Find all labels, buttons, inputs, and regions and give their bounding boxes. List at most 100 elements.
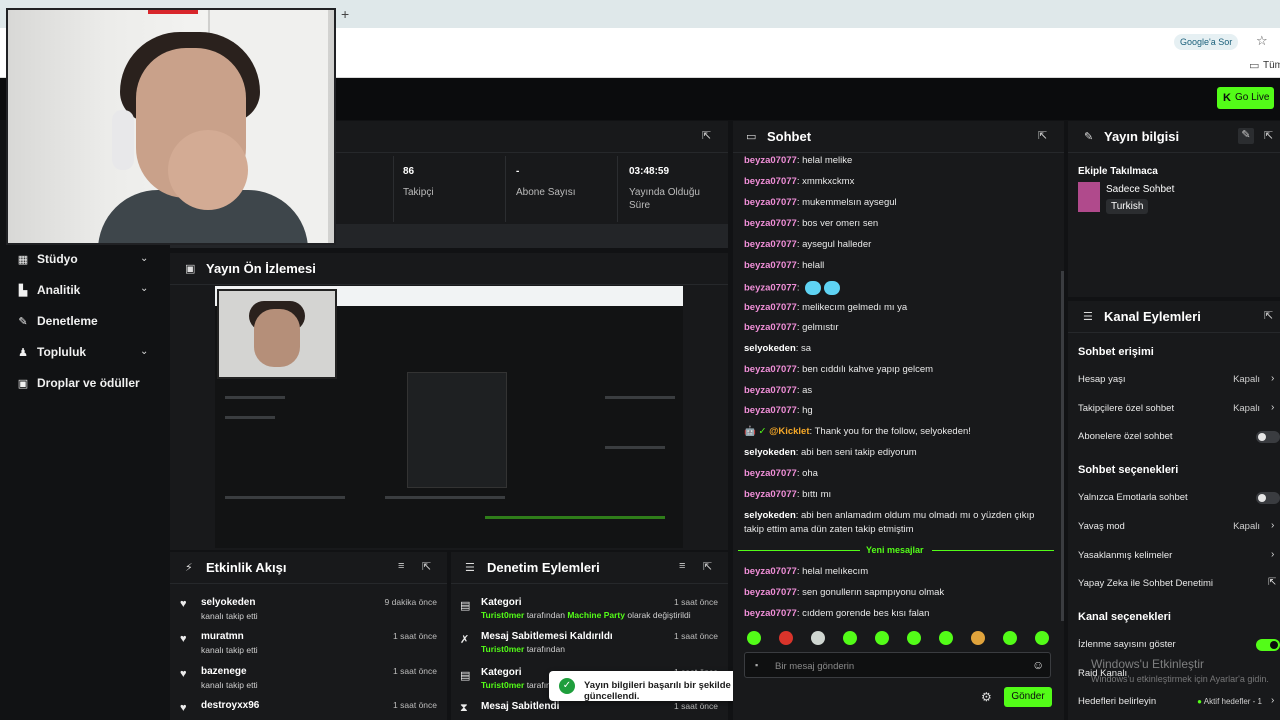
chevron-right-icon[interactable]: › <box>1271 549 1274 560</box>
preview-face <box>254 309 300 367</box>
kick-logo-icon: K <box>1223 92 1231 104</box>
wrench-icon: ✎ <box>1084 131 1094 143</box>
followers-only-label[interactable]: Takipçilere özel sohbet <box>1078 403 1174 414</box>
category-name[interactable]: Sadece Sohbet <box>1106 184 1174 195</box>
external-link-icon[interactable]: ⇱ <box>1268 577 1276 588</box>
chevron-right-icon[interactable]: › <box>1271 520 1274 531</box>
popout-icon[interactable]: ⇱ <box>703 560 712 573</box>
chat-username[interactable]: beyza07077 <box>744 608 797 619</box>
slow-mode-value[interactable]: Kapalı <box>1200 521 1260 532</box>
popout-icon[interactable]: ⇱ <box>422 560 431 573</box>
emote-icon[interactable] <box>811 631 825 645</box>
emoji-icon[interactable]: ☺ <box>1032 658 1044 672</box>
popout-icon[interactable]: ⇱ <box>1038 129 1047 142</box>
chat-text: : abi ben anlamadım oldum mu olmadı mı o… <box>795 510 1035 521</box>
edit-icon[interactable]: ✎ <box>1238 128 1254 144</box>
chat-text: : <box>796 282 803 294</box>
chat-username[interactable]: beyza07077 <box>744 364 797 375</box>
banned-words-label[interactable]: Yasaklanmış kelimeler <box>1078 550 1172 561</box>
chevron-down-icon[interactable]: ⌄ <box>140 253 148 264</box>
chat-username[interactable]: beyza07077 <box>744 322 797 333</box>
emote-icon[interactable] <box>779 631 793 645</box>
chat-username[interactable]: beyza07077 <box>744 566 797 577</box>
chat-title: Sohbet <box>767 129 812 144</box>
chat-scrollbar[interactable] <box>1061 271 1064 621</box>
nav-item-analytics[interactable]: ▙ Analitik <box>16 281 81 299</box>
popout-icon[interactable]: ⇱ <box>1264 129 1273 142</box>
chat-username[interactable]: beyza07077 <box>744 155 797 166</box>
new-tab-button[interactable]: + <box>341 6 349 22</box>
view-count-toggle[interactable] <box>1256 639 1280 651</box>
account-age-value[interactable]: Kapalı <box>1200 374 1260 385</box>
chat-message: beyza07077: mukemmelsın aysegul <box>744 197 897 208</box>
chevron-down-icon[interactable]: ⌄ <box>140 346 148 357</box>
chevron-right-icon[interactable]: › <box>1271 695 1274 706</box>
chat-text: : bos ver omerı sen <box>796 218 879 229</box>
activity-user[interactable]: muratmn <box>201 631 244 642</box>
nav-item-drops[interactable]: ▣ Droplar ve ödüller <box>16 374 140 392</box>
emote-icon[interactable] <box>939 631 953 645</box>
chat-username[interactable]: beyza07077 <box>744 489 797 500</box>
nav-item-studio[interactable]: ▦ Stüdyo <box>16 250 78 268</box>
slow-mode-label[interactable]: Yavaş mod <box>1078 521 1125 532</box>
chat-username[interactable]: beyza07077 <box>744 468 797 479</box>
chat-message: beyza07077: <box>744 281 841 295</box>
chat-username[interactable]: beyza07077 <box>744 587 797 598</box>
chat-username[interactable]: @Kicklet <box>769 426 809 437</box>
nav-item-community[interactable]: ♟ Topluluk <box>16 343 86 361</box>
chat-input[interactable]: ▪ Bir mesaj gönderin ☺ <box>744 652 1051 678</box>
chat-username[interactable]: beyza07077 <box>744 176 797 187</box>
chat-username[interactable]: beyza07077 <box>744 405 797 416</box>
chevron-down-icon[interactable]: ⌄ <box>140 283 148 294</box>
subs-only-toggle[interactable] <box>1256 431 1280 443</box>
emote-icon[interactable] <box>875 631 889 645</box>
chevron-right-icon[interactable]: › <box>1271 373 1274 384</box>
chat-username[interactable]: beyza07077 <box>744 239 797 250</box>
nav-item-moderation[interactable]: ✎ Denetleme <box>16 312 97 330</box>
emote-only-toggle[interactable] <box>1256 492 1280 504</box>
go-live-button[interactable]: K Go Live <box>1217 87 1274 109</box>
chat-username[interactable]: beyza07077 <box>744 260 797 271</box>
status-dot: ● <box>1197 697 1202 706</box>
emote-icon[interactable] <box>907 631 921 645</box>
bookmark-folder-label[interactable]: Tüm <box>1263 60 1280 71</box>
filter-icon[interactable]: ≡ <box>398 560 404 572</box>
bookmark-star-icon[interactable]: ☆ <box>1256 33 1268 49</box>
activity-user[interactable]: destroyxx96 <box>201 700 259 711</box>
chat-username[interactable]: beyza07077 <box>744 302 797 313</box>
chat-username[interactable]: beyza07077 <box>744 283 797 294</box>
goals-label[interactable]: Hedefleri belirleyin <box>1078 696 1156 707</box>
goals-value[interactable]: ● Aktif hedefler - 1 <box>1190 697 1262 706</box>
mod-action-time: 1 saat önce <box>674 701 718 711</box>
emote-icon[interactable] <box>1035 631 1049 645</box>
chat-username[interactable]: beyza07077 <box>744 218 797 229</box>
activity-user[interactable]: selyokeden <box>201 597 255 608</box>
emote-icon[interactable] <box>843 631 857 645</box>
stream-preview-video[interactable] <box>215 286 683 548</box>
account-age-label[interactable]: Hesap yaşı <box>1078 374 1126 385</box>
chart-icon: ▙ <box>18 284 28 297</box>
activity-title: Etkinlik Akışı <box>206 560 287 575</box>
chat-username[interactable]: beyza07077 <box>744 197 797 208</box>
emote-icon[interactable] <box>971 631 985 645</box>
activity-user[interactable]: bazenege <box>201 666 247 677</box>
google-ask-button[interactable]: Google'a Sor <box>1174 34 1239 50</box>
followers-only-value[interactable]: Kapalı <box>1200 403 1260 414</box>
send-button[interactable]: Gönder <box>1004 687 1052 707</box>
gear-icon[interactable]: ⚙ <box>981 690 992 704</box>
popout-icon[interactable]: ⇱ <box>1264 309 1273 322</box>
popout-icon[interactable]: ⇱ <box>702 129 711 142</box>
chat-username[interactable]: beyza07077 <box>744 385 797 396</box>
chat-username[interactable]: selyokeden <box>744 447 796 458</box>
toggle-knob <box>1258 494 1266 502</box>
emote-icon[interactable] <box>1003 631 1017 645</box>
chat-username[interactable]: selyokeden <box>744 510 796 521</box>
chat-text: : abi ben seni takip ediyorum <box>795 447 917 458</box>
send-label: Gönder <box>1011 691 1045 702</box>
filter-icon[interactable]: ≡ <box>679 560 685 572</box>
emote-icon[interactable] <box>747 631 761 645</box>
folder-icon[interactable]: ▭ <box>1249 59 1259 72</box>
chat-username[interactable]: selyokeden <box>744 343 796 354</box>
chevron-right-icon[interactable]: › <box>1271 402 1274 413</box>
ai-moderation-label[interactable]: Yapay Zeka ile Sohbet Denetimi <box>1078 578 1213 589</box>
